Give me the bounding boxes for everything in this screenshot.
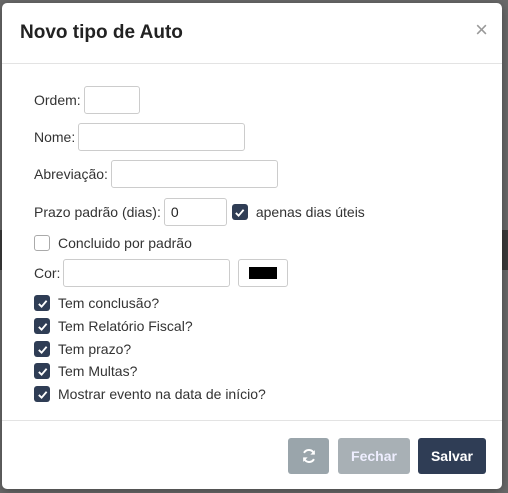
option-row: Mostrar evento na data de início? — [34, 386, 266, 402]
tem-multas-checkbox[interactable] — [34, 363, 50, 379]
tem-conclusao-label: Tem conclusão? — [58, 295, 160, 311]
tem-conclusao-checkbox[interactable] — [34, 295, 50, 311]
modal-title: Novo tipo de Auto — [20, 22, 183, 43]
prazo-row: Prazo padrão (dias): apenas dias úteis — [34, 198, 365, 226]
concluido-row: Concluido por padrão — [34, 235, 192, 251]
color-swatch — [249, 267, 278, 279]
nome-input[interactable] — [78, 123, 246, 151]
tem-prazo-label: Tem prazo? — [58, 341, 132, 357]
tem-relatorio-fiscal-checkbox[interactable] — [34, 318, 50, 334]
tem-relatorio-fiscal-label: Tem Relatório Fiscal? — [58, 318, 193, 334]
mostrar-evento-label: Mostrar evento na data de início? — [58, 386, 266, 402]
concluido-label: Concluido por padrão — [58, 235, 192, 251]
salvar-button[interactable]: Salvar — [418, 438, 486, 474]
option-row: Tem Multas? — [34, 363, 137, 379]
nome-label: Nome: — [34, 129, 76, 145]
mostrar-evento-checkbox[interactable] — [34, 386, 50, 402]
prazo-label: Prazo padrão (dias): — [34, 204, 161, 220]
check-icon — [37, 390, 47, 399]
ordem-label: Ordem: — [34, 92, 81, 108]
fechar-button[interactable]: Fechar — [338, 438, 410, 474]
ordem-row: Ordem: — [34, 86, 140, 114]
modal-header: Novo tipo de Auto × — [2, 3, 502, 64]
check-icon — [37, 345, 47, 354]
abreviacao-row: Abreviação: — [34, 160, 278, 188]
dias-uteis-label: apenas dias úteis — [255, 204, 365, 220]
abreviacao-input[interactable] — [110, 160, 278, 188]
prazo-input[interactable] — [163, 198, 227, 226]
dias-uteis-checkbox[interactable] — [231, 204, 248, 220]
check-icon — [37, 367, 47, 376]
refresh-icon — [302, 449, 315, 463]
cor-label: Cor: — [34, 265, 61, 281]
abreviacao-label: Abreviação: — [34, 166, 108, 182]
concluido-checkbox[interactable] — [34, 235, 50, 251]
nome-row: Nome: — [34, 123, 246, 151]
tem-multas-label: Tem Multas? — [58, 363, 138, 379]
option-row: Tem prazo? — [34, 341, 131, 357]
color-picker-button[interactable] — [238, 259, 289, 287]
modal-dialog: Novo tipo de Auto × Ordem: Nome: Abrevia… — [2, 3, 502, 489]
tem-prazo-checkbox[interactable] — [34, 341, 50, 357]
cor-input[interactable] — [63, 259, 231, 287]
option-row: Tem Relatório Fiscal? — [34, 318, 193, 334]
check-icon — [37, 322, 47, 331]
refresh-button[interactable] — [288, 438, 329, 474]
check-icon — [37, 299, 47, 308]
check-icon — [235, 208, 245, 217]
ordem-input[interactable] — [83, 86, 140, 114]
cor-row: Cor: — [34, 259, 289, 287]
option-row: Tem conclusão? — [34, 295, 159, 311]
modal-footer: Fechar Salvar — [2, 420, 502, 489]
close-button[interactable]: × — [475, 19, 488, 41]
